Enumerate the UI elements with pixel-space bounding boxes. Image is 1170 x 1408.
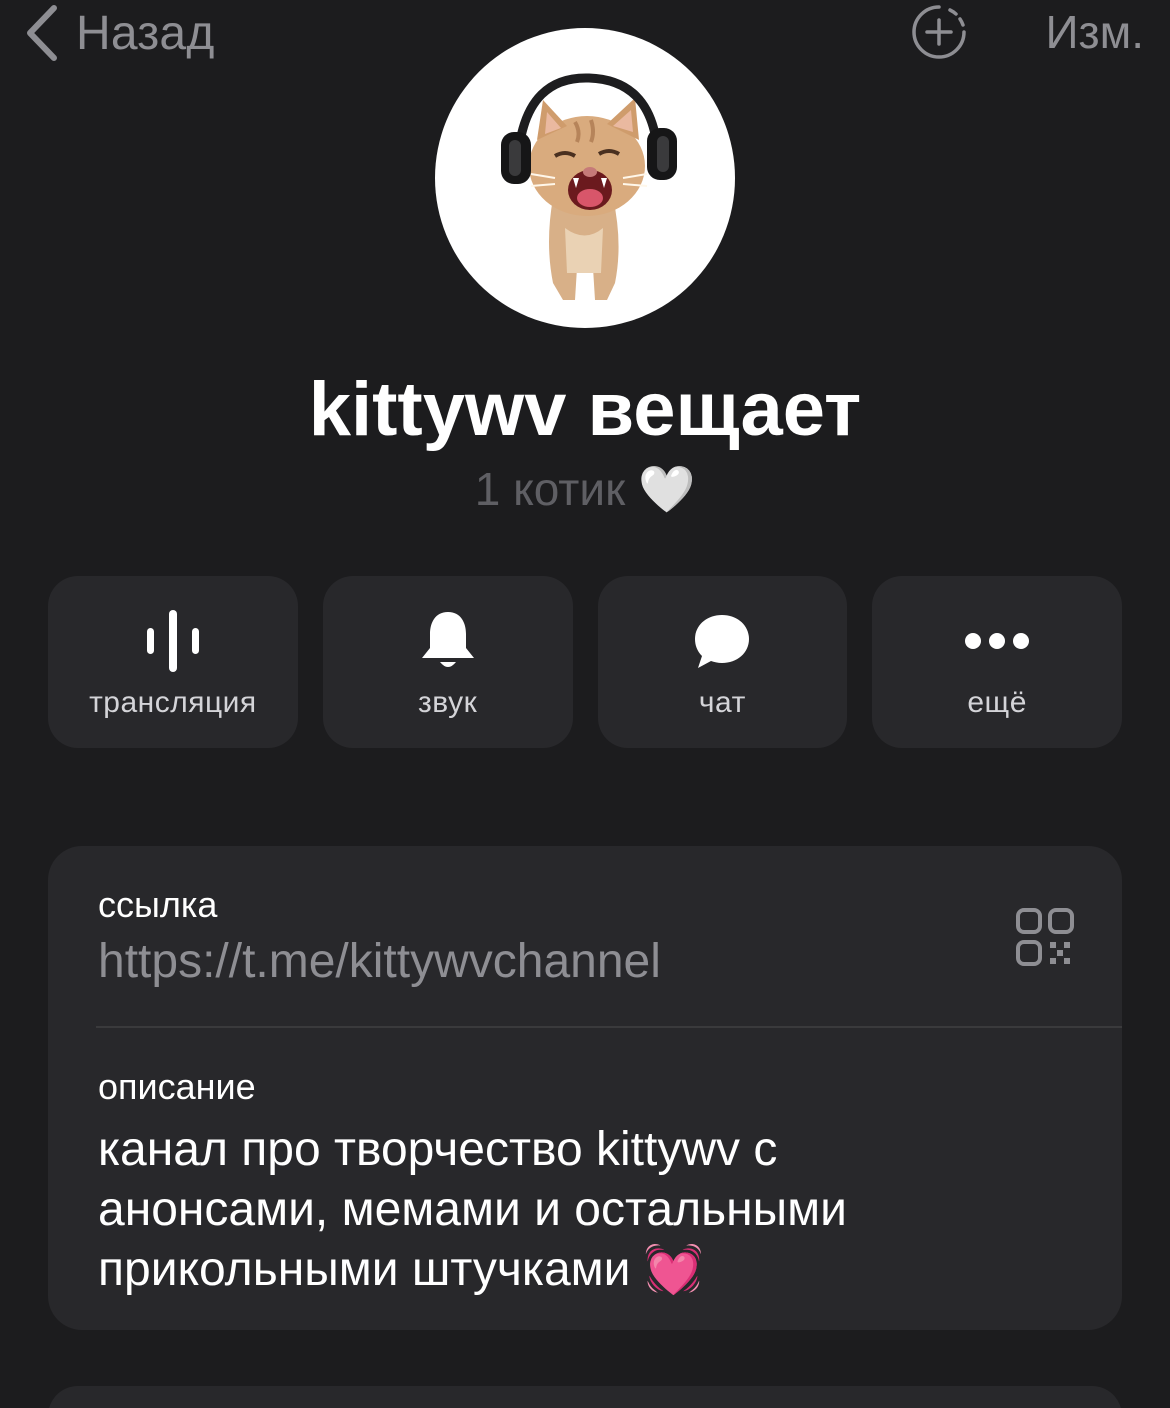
sound-label: звук <box>418 686 478 719</box>
divider <box>96 1026 1122 1028</box>
subscriber-count: 1 котик 🤍 <box>474 463 696 515</box>
add-story-button[interactable] <box>908 4 970 60</box>
voice-wave-icon <box>143 606 203 676</box>
more-label: ещё <box>967 686 1027 719</box>
live-stream-button[interactable]: трансляция <box>48 576 298 748</box>
live-stream-label: трансляция <box>89 686 257 719</box>
bell-icon <box>418 606 478 676</box>
more-button[interactable]: ещё <box>872 576 1122 748</box>
more-dots-icon <box>964 606 1030 676</box>
cat-headphones-image <box>501 73 677 300</box>
description-line: канал про творчество kittywv с <box>98 1123 778 1176</box>
action-bar: трансляция звук чат ещё <box>48 576 1122 748</box>
description-line: анонсами, мемами и остальными <box>98 1183 847 1236</box>
qr-code-button[interactable] <box>1014 906 1076 968</box>
chevron-left-icon <box>18 4 66 62</box>
channel-avatar[interactable] <box>435 28 735 328</box>
edit-button[interactable]: Изм. <box>1045 4 1144 60</box>
sound-button[interactable]: звук <box>322 576 573 748</box>
add-circle-dashed-icon <box>912 5 966 59</box>
back-label: Назад <box>76 6 215 60</box>
chat-bubble-icon <box>692 606 752 676</box>
next-section-card <box>48 1386 1122 1408</box>
description-line: прикольными штучками 💓 <box>98 1243 704 1296</box>
channel-info-card: ссылка https://t.me/kittywvchannel описа… <box>48 846 1122 1330</box>
back-button[interactable]: Назад <box>18 4 215 62</box>
channel-description: канал про творчество kittywv с анонсами,… <box>98 1120 1058 1300</box>
qr-code-icon <box>1016 908 1074 966</box>
channel-link[interactable]: https://t.me/kittywvchannel <box>98 934 661 989</box>
channel-title: kittywv вещает <box>308 367 862 452</box>
chat-label: чат <box>698 686 746 719</box>
link-label: ссылка <box>98 884 218 925</box>
chat-button[interactable]: чат <box>597 576 848 748</box>
channel-profile-screen: Назад Изм. kittywv вещает 1 котик 🤍 тран… <box>0 0 1170 1408</box>
description-label: описание <box>98 1066 256 1107</box>
